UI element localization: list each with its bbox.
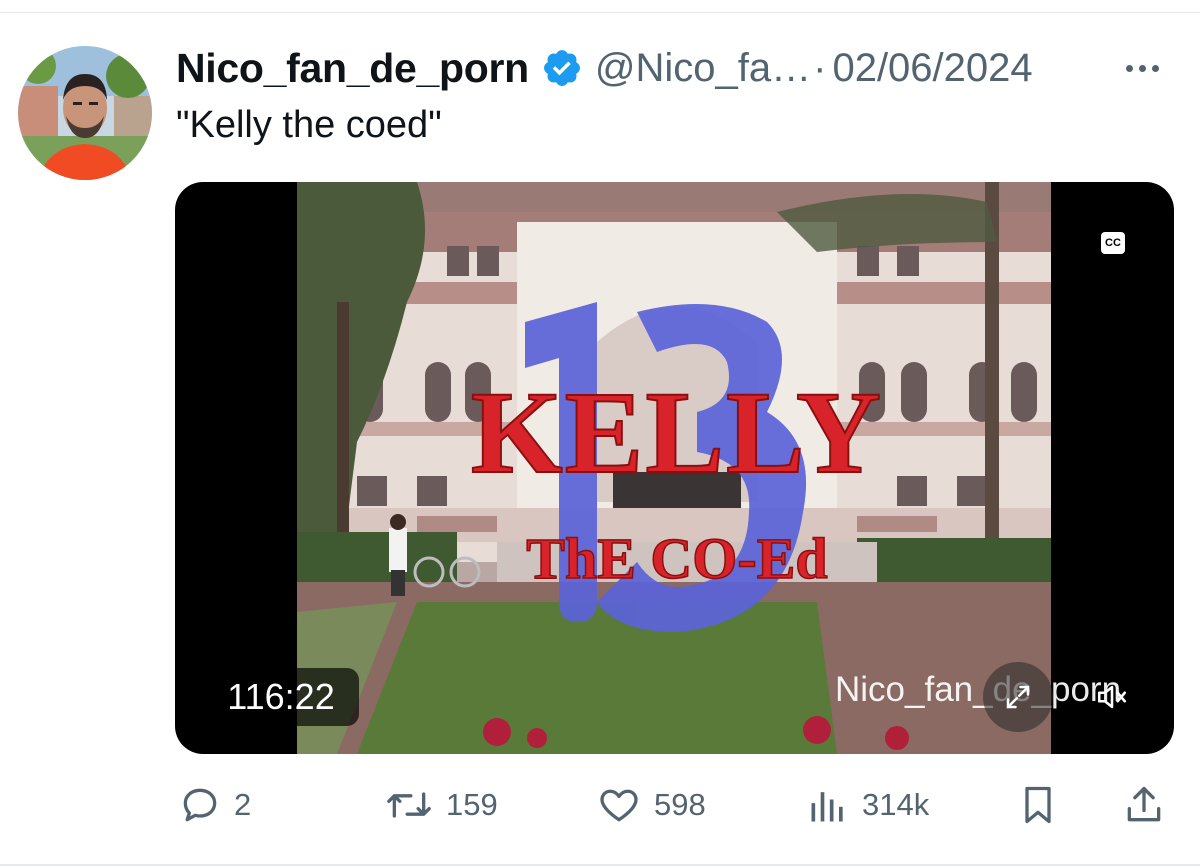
- share-button[interactable]: [1122, 778, 1166, 832]
- tweet-header: Nico_fan_de_porn @Nico_fa… · 02/06/2024: [176, 42, 1033, 94]
- views-count: 314k: [862, 787, 930, 822]
- repost-icon: [387, 792, 431, 818]
- like-count: 598: [654, 787, 706, 822]
- share-icon: [1127, 786, 1161, 822]
- reply-icon: [183, 788, 217, 822]
- video-player[interactable]: KELLY ThE CO-Ed CC 116:22 Nico_fan_de_po…: [175, 182, 1174, 754]
- top-divider: [0, 12, 1200, 13]
- video-timestamp: 116:22: [203, 668, 359, 726]
- bookmark-button[interactable]: [1016, 778, 1060, 832]
- like-button[interactable]: 598: [596, 778, 706, 832]
- views-icon: [811, 792, 843, 822]
- more-icon[interactable]: [1126, 56, 1172, 80]
- expand-icon[interactable]: [983, 662, 1053, 732]
- mute-icon[interactable]: [1087, 672, 1137, 722]
- separator-dot: ·: [813, 45, 827, 90]
- author-display-name[interactable]: Nico_fan_de_porn: [176, 45, 529, 92]
- views-button[interactable]: 314k: [806, 778, 929, 832]
- avatar[interactable]: [18, 46, 152, 180]
- video-watermark: Nico_fan_de_porn: [835, 670, 1122, 709]
- cc-icon[interactable]: CC: [1101, 232, 1125, 254]
- reply-count: 2: [234, 787, 252, 822]
- repost-button[interactable]: 159: [384, 778, 498, 832]
- author-handle[interactable]: @Nico_fa…: [595, 46, 811, 91]
- repost-count: 159: [446, 787, 498, 822]
- action-bar: 2 159 598 314k: [0, 778, 1200, 832]
- like-icon: [600, 789, 638, 822]
- video-title-kelly: KELLY: [471, 367, 883, 498]
- video-frame: KELLY ThE CO-Ed: [297, 182, 1051, 754]
- tweet-text: "Kelly the coed": [176, 104, 442, 146]
- bottom-divider: [0, 864, 1200, 866]
- reply-button[interactable]: 2: [178, 778, 251, 832]
- bookmark-icon: [1025, 786, 1051, 824]
- verified-badge-icon: [543, 50, 580, 86]
- video-title-coed: ThE CO-Ed: [526, 526, 827, 591]
- tweet-date[interactable]: 02/06/2024: [832, 46, 1032, 91]
